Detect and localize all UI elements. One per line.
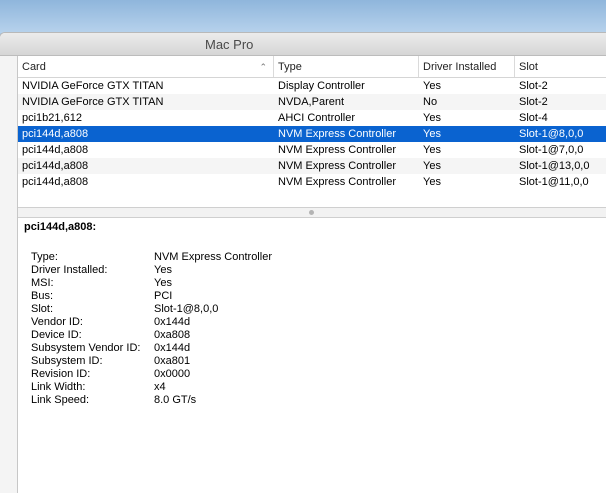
detail-row: Vendor ID: 0x144d (18, 316, 606, 329)
table-header: Card ⌃ Type Driver Installed Slot (18, 56, 606, 78)
detail-value: Yes (154, 277, 172, 289)
cell-driver-installed: Yes (423, 128, 441, 140)
column-header-driver-installed[interactable]: Driver Installed (419, 56, 515, 77)
detail-row: Slot: Slot-1@8,0,0 (18, 303, 606, 316)
detail-row: MSI: Yes (18, 277, 606, 290)
detail-row: Bus: PCI (18, 290, 606, 303)
table-row[interactable]: pci144d,a808 NVM Express Controller Yes Slo… (18, 158, 606, 174)
detail-value: Slot-1@8,0,0 (154, 303, 219, 315)
chevron-up-icon: ⌃ (259, 62, 267, 72)
detail-label: Type: (31, 251, 58, 263)
cell-driver-installed: Yes (423, 144, 441, 156)
detail-row: Subsystem Vendor ID: 0x144d (18, 342, 606, 355)
detail-label: Revision ID: (31, 368, 91, 380)
cell-slot: Slot-1@13,0,0 (519, 160, 590, 172)
table-row[interactable]: pci144d,a808 NVM Express Controller Yes Slo… (18, 126, 606, 142)
cell-card: pci1b21,612 (22, 112, 82, 124)
detail-label: Vendor ID: (31, 316, 83, 328)
cell-card: NVIDIA GeForce GTX TITAN (22, 96, 164, 108)
cell-driver-installed: Yes (423, 112, 441, 124)
detail-row: Link Speed: 8.0 GT/s (18, 394, 606, 407)
cell-driver-installed: Yes (423, 160, 441, 172)
detail-label: Device ID: (31, 329, 82, 341)
window-title: Mac Pro (205, 37, 254, 52)
table-row[interactable]: pci144d,a808 NVM Express Controller Yes Slo… (18, 174, 606, 190)
detail-row: Subsystem ID: 0xa801 (18, 355, 606, 368)
detail-value: PCI (154, 290, 173, 302)
detail-row: Driver Installed: Yes (18, 264, 606, 277)
cell-slot: Slot-2 (519, 96, 548, 108)
detail-label: Link Width: (31, 381, 86, 393)
cell-type: AHCI Controller (278, 112, 356, 124)
detail-value: 0xa801 (154, 355, 191, 367)
cell-slot: Slot-1@11,0,0 (519, 176, 589, 188)
table-row[interactable]: pci144d,a808 NVM Express Controller Yes Slo… (18, 142, 606, 158)
detail-row: Type: NVM Express Controller (18, 251, 606, 264)
column-header-slot[interactable]: Slot (515, 56, 606, 77)
cell-type: NVDA,Parent (278, 96, 345, 108)
detail-label: Link Speed: (31, 394, 90, 406)
cell-slot: Slot-1@8,0,0 (519, 128, 584, 140)
cell-type: Display Controller (278, 80, 365, 92)
cell-type: NVM Express Controller (278, 176, 396, 188)
detail-value: Yes (154, 264, 172, 276)
window-titlebar[interactable]: Mac Pro (0, 33, 606, 56)
cell-card: pci144d,a808 (22, 128, 89, 140)
column-header-type[interactable]: Type (274, 56, 419, 77)
detail-value: 8.0 GT/s (154, 394, 197, 406)
detail-label: Slot: (31, 303, 54, 315)
detail-value: 0xa808 (154, 329, 191, 341)
table-row[interactable]: NVIDIA GeForce GTX TITAN NVDA,Parent No Slo… (18, 94, 606, 110)
details-title: pci144d,a808: (24, 221, 97, 233)
column-header-card[interactable]: Card ⌃ (18, 56, 274, 77)
detail-value: 0x144d (154, 316, 191, 328)
system-information-window: Mac Pro Card ⌃ Type Driver Installed Slo… (0, 33, 606, 493)
cell-driver-installed: Yes (423, 80, 441, 92)
cell-card: pci144d,a808 (22, 160, 89, 172)
detail-value: x4 (154, 381, 166, 393)
detail-value: 0x0000 (154, 368, 191, 380)
cell-type: NVM Express Controller (278, 128, 396, 140)
cell-card: pci144d,a808 (22, 176, 89, 188)
cell-driver-installed: No (423, 96, 438, 108)
split-view-divider[interactable] (18, 207, 606, 218)
detail-row: Link Width: x4 (18, 381, 606, 394)
detail-label: Subsystem Vendor ID: (31, 342, 141, 354)
detail-value: NVM Express Controller (154, 251, 272, 263)
cell-type: NVM Express Controller (278, 144, 396, 156)
detail-row: Device ID: 0xa808 (18, 329, 606, 342)
cell-type: NVM Express Controller (278, 160, 396, 172)
detail-label: MSI: (31, 277, 54, 289)
detail-row: Revision ID: 0x0000 (18, 368, 606, 381)
details-pane: pci144d,a808: Type: NVM Express Controlle… (18, 218, 606, 493)
divider-handle-icon (309, 210, 314, 215)
cell-card: NVIDIA GeForce GTX TITAN (22, 80, 164, 92)
table-row[interactable]: NVIDIA GeForce GTX TITAN Display Controll… (18, 78, 606, 94)
detail-value: 0x144d (154, 342, 191, 354)
cell-slot: Slot-4 (519, 112, 548, 124)
cell-slot: Slot-1@7,0,0 (519, 144, 584, 156)
table-row[interactable]: pci1b21,612 AHCI Controller Yes Slot-4 (18, 110, 606, 126)
cell-driver-installed: Yes (423, 176, 441, 188)
detail-label: Driver Installed: (31, 264, 108, 276)
detail-label: Subsystem ID: (31, 355, 103, 367)
sidebar[interactable] (0, 56, 18, 493)
cell-slot: Slot-2 (519, 80, 548, 92)
cell-card: pci144d,a808 (22, 144, 89, 156)
desktop-background (0, 0, 606, 33)
detail-label: Bus: (31, 290, 54, 302)
